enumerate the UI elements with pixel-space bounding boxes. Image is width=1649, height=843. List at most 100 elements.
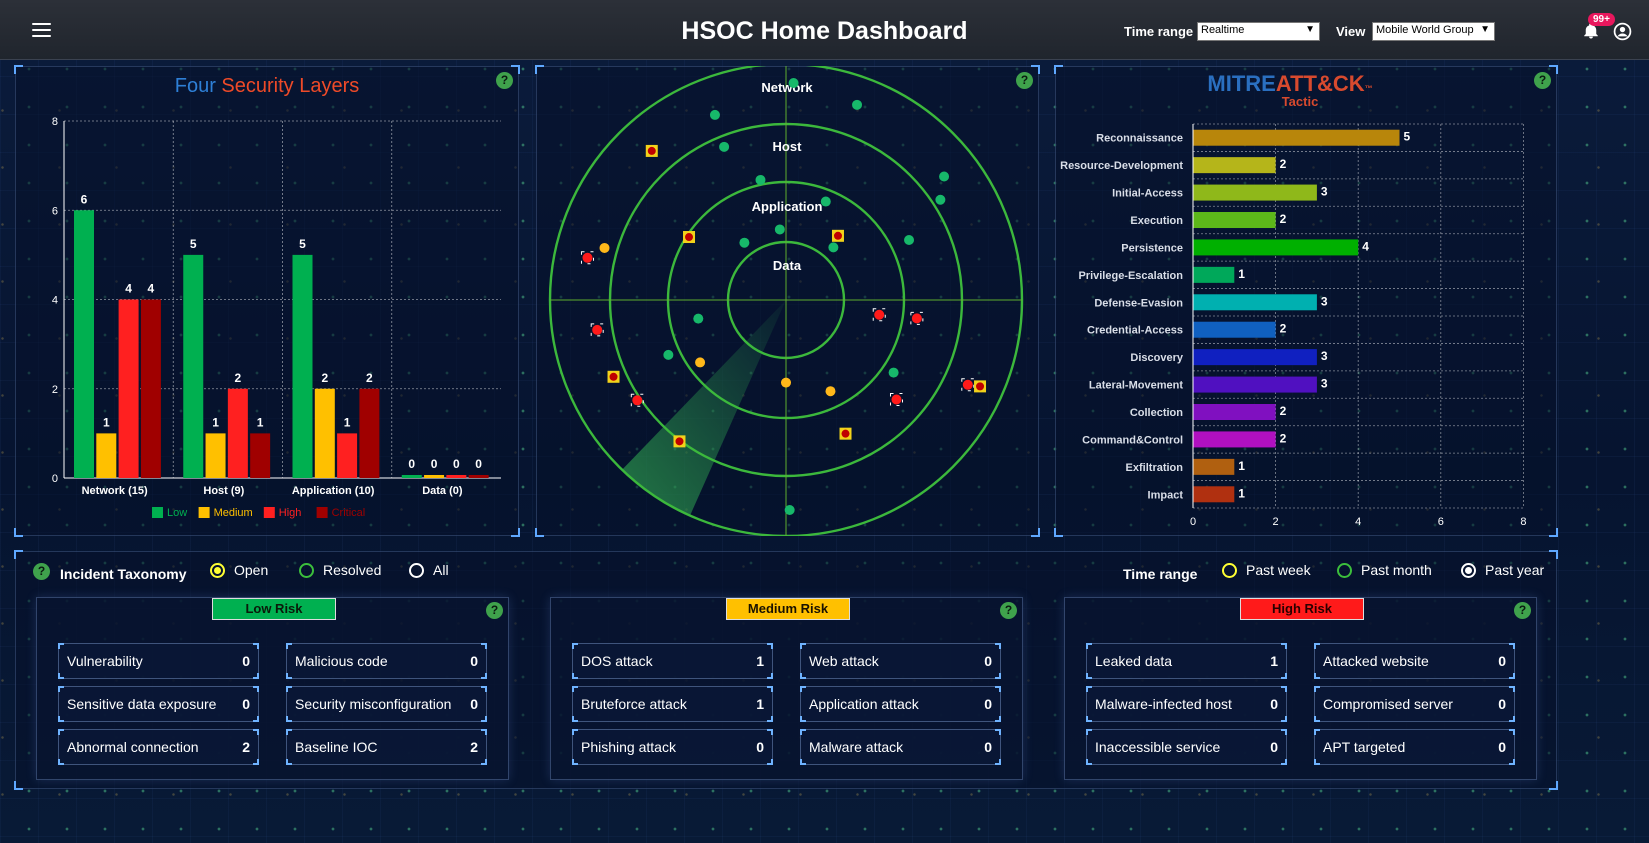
incident-category-count: 0: [1270, 739, 1278, 755]
incident-category-card[interactable]: Inaccessible service 0: [1086, 729, 1287, 765]
view-select[interactable]: Mobile World Group ▼: [1372, 22, 1495, 41]
incident-category-count: 1: [1270, 653, 1278, 669]
radio-past-week[interactable]: Past week: [1222, 562, 1311, 578]
radio-label: Past month: [1361, 562, 1432, 578]
bar-low: [74, 210, 94, 478]
x-category-label: Application (10): [292, 485, 375, 497]
svg-text:Four Security Layers: Four Security Layers: [175, 75, 360, 97]
risk-group-low-risk: Low Risk? Vulnerability 0 Malicious code 0 Se…: [36, 597, 509, 780]
incident-category-name: Application attack: [809, 696, 919, 712]
bar-value-label: 2: [1280, 404, 1287, 418]
x-tick-label: 4: [1355, 516, 1361, 528]
incident-category-card[interactable]: Vulnerability 0: [58, 643, 259, 679]
legend-swatch: [152, 507, 163, 518]
bar-value-label: 4: [148, 282, 155, 296]
incident-category-card[interactable]: Leaked data 1: [1086, 643, 1287, 679]
tactic-bar: [1193, 458, 1235, 475]
radio-open[interactable]: Open: [210, 562, 268, 578]
radar-ring-label: Network: [761, 80, 813, 95]
help-icon[interactable]: ?: [486, 602, 503, 619]
tactic-label: Exfiltration: [1126, 462, 1184, 474]
radar-point-low: [709, 109, 720, 120]
bar-value-label: 0: [431, 457, 438, 471]
incident-category-count: 0: [242, 653, 250, 669]
view-value: Mobile World Group: [1376, 24, 1474, 36]
tactic-bar: [1193, 157, 1276, 174]
incident-taxonomy-title: Incident Taxonomy: [60, 566, 187, 582]
bar-value-label: 3: [1321, 185, 1328, 199]
bar-low: [401, 475, 422, 478]
incident-category-card[interactable]: Malicious code 0: [286, 643, 487, 679]
radar-point-high: [872, 308, 886, 322]
bar-high: [227, 388, 248, 478]
incident-category-card[interactable]: Phishing attack 0: [572, 729, 773, 765]
radio-circle: [1461, 562, 1476, 578]
radar-point-medium: [599, 242, 610, 253]
radar-point-low: [774, 224, 785, 235]
view-label: View: [1336, 24, 1366, 39]
incident-category-card[interactable]: Security misconfiguration 0: [286, 686, 487, 722]
menu-icon[interactable]: [32, 23, 51, 37]
radar-point-low: [888, 367, 899, 378]
incident-category-card[interactable]: Sensitive data exposure 0: [58, 686, 259, 722]
user-avatar-icon[interactable]: [1613, 22, 1632, 41]
risk-level-label: Medium Risk: [726, 598, 850, 620]
incident-category-card[interactable]: Compromised server 0: [1314, 686, 1515, 722]
radar-point-critical: [831, 229, 844, 242]
tactic-label: Reconnaissance: [1096, 133, 1183, 145]
bar-value-label: 3: [1321, 377, 1328, 391]
bar-critical: [250, 433, 271, 478]
radar-point-high: [961, 378, 975, 392]
bar-medium: [424, 475, 445, 478]
radar-ring-label: Application: [752, 199, 823, 214]
radar-point-critical: [974, 380, 987, 393]
radar-point-medium: [825, 386, 836, 397]
help-icon[interactable]: ?: [1000, 602, 1017, 619]
radio-circle: [1337, 562, 1352, 578]
radio-label: Past year: [1485, 562, 1545, 578]
incident-category-card[interactable]: Malware-infected host 0: [1086, 686, 1287, 722]
tactic-label: Initial-Access: [1112, 188, 1183, 200]
legend-swatch: [263, 507, 275, 518]
radar-ring-label: Host: [773, 139, 803, 154]
incident-category-card[interactable]: DOS attack 1: [572, 643, 773, 679]
radar-point-critical: [683, 231, 696, 244]
help-icon[interactable]: ?: [33, 563, 50, 580]
incident-category-card[interactable]: Attacked website 0: [1314, 643, 1515, 679]
incident-category-name: Bruteforce attack: [581, 696, 687, 712]
radar-point-high: [590, 323, 604, 337]
incident-category-name: Malware attack: [809, 739, 904, 755]
time-range-select[interactable]: Realtime ▼: [1197, 22, 1320, 41]
legend-label: Critical: [332, 507, 366, 519]
incident-category-card[interactable]: Malware attack 0: [800, 729, 1001, 765]
incident-category-card[interactable]: Bruteforce attack 1: [572, 686, 773, 722]
radar-point-low: [719, 141, 730, 152]
incident-category-name: Sensitive data exposure: [67, 696, 217, 712]
radar-point-low: [663, 349, 674, 360]
bar-value-label: 1: [212, 415, 219, 429]
radio-past-month[interactable]: Past month: [1337, 562, 1432, 578]
tactic-label: Persistence: [1121, 242, 1183, 254]
help-icon[interactable]: ?: [1514, 602, 1531, 619]
incident-category-card[interactable]: APT targeted 0: [1314, 729, 1515, 765]
incident-category-card[interactable]: Baseline IOC 2: [286, 729, 487, 765]
incident-category-count: 0: [1498, 739, 1506, 755]
legend-label: Medium: [214, 507, 253, 519]
radio-resolved[interactable]: Resolved: [299, 562, 381, 578]
incident-category-name: Phishing attack: [581, 739, 676, 755]
radio-all[interactable]: All: [409, 562, 449, 578]
bar-value-label: 2: [366, 371, 373, 385]
bar-value-label: 1: [1238, 486, 1245, 500]
incident-category-card[interactable]: Abnormal connection 2: [58, 729, 259, 765]
chart-title-part1: Four: [175, 75, 216, 97]
radar-point-low: [788, 78, 799, 89]
tactic-label: Discovery: [1130, 352, 1183, 364]
radio-label: Past week: [1246, 562, 1311, 578]
incident-category-card[interactable]: Web attack 0: [800, 643, 1001, 679]
incident-category-name: Web attack: [809, 653, 879, 669]
incident-category-card[interactable]: Application attack 0: [800, 686, 1001, 722]
radar-point-high: [910, 311, 924, 325]
risk-group-medium-risk: Medium Risk? DOS attack 1 Web attack 0 Brutef…: [550, 597, 1023, 780]
radio-past-year[interactable]: Past year: [1461, 562, 1544, 578]
radar-point-low: [820, 196, 831, 207]
